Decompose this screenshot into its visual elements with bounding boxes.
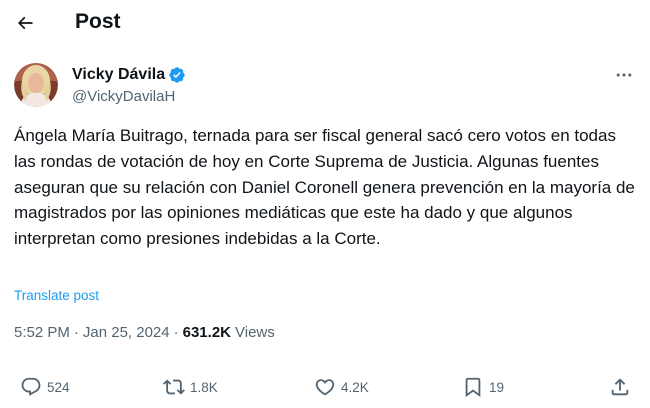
- reply-button[interactable]: 524: [20, 374, 70, 400]
- avatar[interactable]: [14, 63, 58, 107]
- display-name[interactable]: Vicky Dávila: [72, 65, 165, 85]
- more-options-icon: [616, 73, 632, 77]
- translate-post-link[interactable]: Translate post: [14, 287, 99, 305]
- share-icon: [611, 378, 629, 396]
- reply-count: 524: [47, 379, 70, 395]
- repost-button[interactable]: 1.8K: [163, 374, 218, 400]
- post-header: Post: [0, 0, 650, 44]
- post-metadata: 5:52 PM · Jan 25, 2024 · 631.2K Views: [14, 323, 275, 343]
- bookmark-count: 19: [489, 379, 505, 395]
- meta-separator: ·: [173, 324, 179, 341]
- like-count: 4.2K: [341, 379, 369, 395]
- display-name-row: Vicky Dávila: [72, 64, 186, 86]
- author-info: Vicky Dávila @VickyDavilaH: [72, 64, 186, 107]
- views-label: Views: [235, 324, 275, 341]
- like-icon: [315, 379, 335, 396]
- bookmark-icon: [465, 377, 481, 398]
- verified-badge-icon[interactable]: [168, 66, 186, 84]
- back-button[interactable]: [10, 8, 40, 38]
- views-count: 631.2K: [182, 324, 231, 341]
- bookmark-button[interactable]: 19: [462, 374, 504, 400]
- post-time[interactable]: 5:52 PM: [14, 323, 70, 343]
- avatar-image: [14, 63, 58, 107]
- action-bar: 524 1.8K 4.2K 19: [0, 372, 650, 402]
- post-text: Ángela María Buitrago, ternada para ser …: [14, 126, 635, 249]
- more-options-button[interactable]: [612, 64, 636, 86]
- post-date[interactable]: Jan 25, 2024: [83, 323, 170, 343]
- like-button[interactable]: 4.2K: [314, 374, 369, 400]
- repost-count: 1.8K: [190, 379, 218, 395]
- author-handle[interactable]: @VickyDavilaH: [72, 87, 186, 107]
- reply-icon: [21, 377, 41, 396]
- meta-separator: ·: [73, 324, 79, 341]
- page-title: Post: [75, 10, 121, 33]
- repost-icon: [163, 379, 185, 395]
- back-arrow-icon: [17, 16, 33, 30]
- share-button[interactable]: [609, 374, 631, 400]
